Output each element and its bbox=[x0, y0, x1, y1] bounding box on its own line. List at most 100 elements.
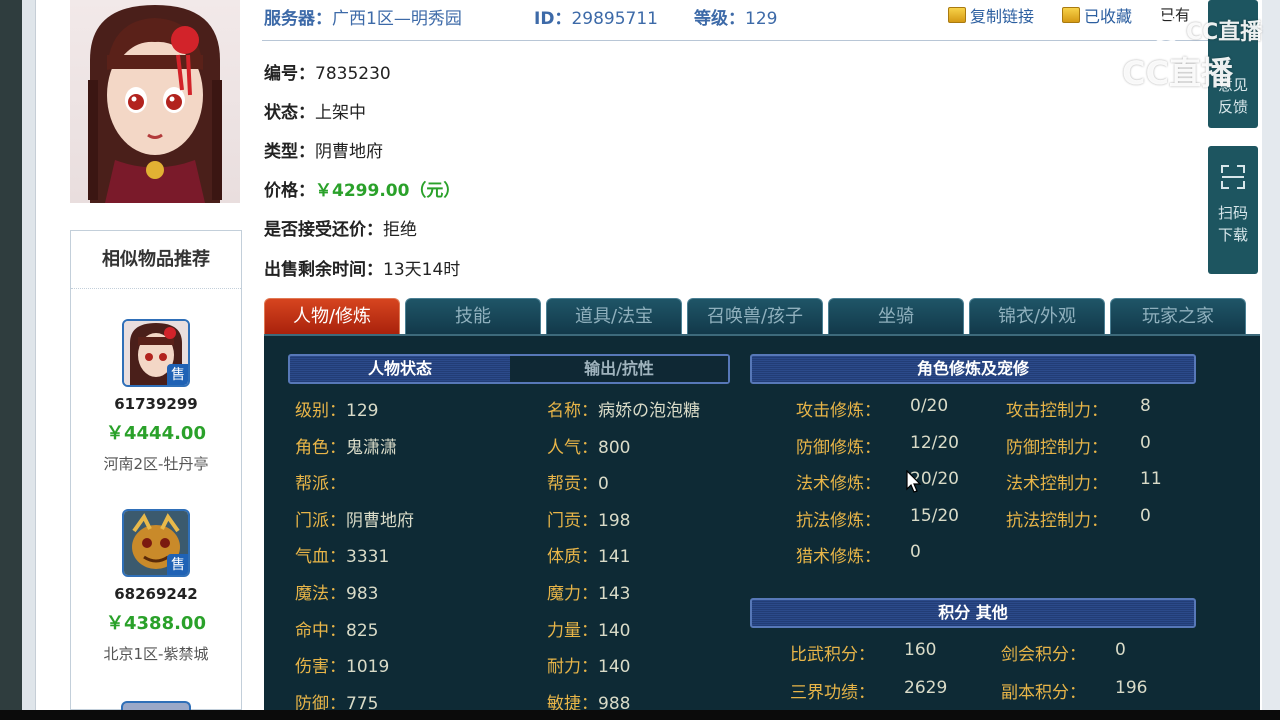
stat-row: 法术控制力： 11 bbox=[1006, 469, 1162, 494]
stat-row: 抗法修炼： 15/20 bbox=[796, 506, 959, 531]
id-info: ID：29895711 bbox=[534, 4, 658, 29]
stat-row: 攻击控制力： 8 bbox=[1006, 396, 1151, 421]
mouse-cursor-icon bbox=[906, 470, 922, 493]
scan-download-widget[interactable]: 扫码 下载 bbox=[1208, 146, 1258, 274]
left-page-margin bbox=[22, 0, 36, 710]
similar-item-id: 61739299 bbox=[114, 395, 198, 413]
stat-row: 魔力：143 bbox=[547, 579, 630, 604]
serial-label: 编号： bbox=[264, 64, 315, 84]
stat-label: 防御控制力： bbox=[1006, 438, 1108, 458]
stat-value: 0 bbox=[1140, 506, 1151, 526]
stat-row: 帮贡：0 bbox=[547, 469, 609, 494]
stat-label: 耐力： bbox=[547, 657, 598, 677]
points-section-header: 积分 其他 bbox=[750, 598, 1196, 628]
cc-watermark-small: CC直播 bbox=[1152, 14, 1262, 46]
similar-item[interactable]: 售 68269242 ￥4388.00 北京1区-紫禁城 bbox=[71, 509, 241, 664]
stat-value: 775 bbox=[346, 694, 379, 710]
cc-logo-icon bbox=[1072, 49, 1116, 93]
stat-row: 角色：鬼潇潇 bbox=[295, 433, 397, 458]
stat-row: 耐力：140 bbox=[547, 652, 630, 677]
status-value: 上架中 bbox=[315, 103, 366, 123]
copy-link-label: 复制链接 bbox=[970, 7, 1035, 26]
stat-label: 角色： bbox=[295, 438, 346, 458]
stat-value: 988 bbox=[598, 694, 631, 710]
stat-label: 防御修炼： bbox=[796, 438, 881, 458]
stat-value: 0 bbox=[1140, 433, 1151, 453]
tab-pets[interactable]: 召唤兽/孩子 bbox=[687, 298, 823, 334]
counter-offer-row: 是否接受还价：拒绝 bbox=[264, 215, 417, 240]
stat-label: 攻击控制力： bbox=[1006, 401, 1108, 421]
similar-item-thumbnail-partial[interactable] bbox=[121, 701, 191, 710]
price-value: ￥4299.00（元） bbox=[315, 181, 461, 201]
favorited-label: 已收藏 bbox=[1084, 7, 1133, 26]
stat-label: 副本积分： bbox=[1001, 683, 1086, 703]
cultivation-section-header: 角色修炼及宠修 bbox=[750, 354, 1196, 384]
similar-item[interactable]: 售 61739299 ￥4444.00 河南2区-牡丹亭 bbox=[71, 319, 241, 474]
stat-value: 阴曹地府 bbox=[346, 511, 414, 531]
stat-row: 抗法控制力： 0 bbox=[1006, 506, 1151, 531]
stat-value: 15/20 bbox=[910, 506, 959, 526]
stat-value: 800 bbox=[598, 438, 631, 458]
stat-row: 门派：阴曹地府 bbox=[295, 506, 414, 531]
stat-value: 0 bbox=[1115, 640, 1126, 660]
copy-link-button[interactable]: 复制链接 bbox=[948, 3, 1034, 27]
time-left-label: 出售剩余时间： bbox=[264, 260, 383, 280]
stat-value: 病娇の泡泡糖 bbox=[598, 401, 700, 421]
similar-item-price: ￥4444.00 bbox=[106, 423, 206, 444]
stat-label: 魔法： bbox=[295, 584, 346, 604]
level-info: 等级：129 bbox=[694, 4, 777, 29]
counter-offer-value: 拒绝 bbox=[383, 220, 417, 240]
stat-label: 剑会积分： bbox=[1001, 645, 1086, 665]
character-avatar bbox=[70, 0, 240, 203]
tab-output-resist[interactable]: 输出/抗性 bbox=[510, 356, 728, 382]
stat-row: 命中：825 bbox=[295, 616, 378, 641]
time-left-row: 出售剩余时间：13天14时 bbox=[264, 255, 460, 280]
similar-item-price: ￥4388.00 bbox=[106, 613, 206, 634]
stat-value: 8 bbox=[1140, 396, 1151, 416]
server-label: 服务器： bbox=[264, 9, 332, 29]
price-label: 价格： bbox=[264, 181, 315, 201]
level-value: 129 bbox=[745, 9, 778, 29]
stat-row: 比武积分： 160 bbox=[790, 640, 936, 665]
tab-outfits[interactable]: 锦衣/外观 bbox=[969, 298, 1105, 334]
stat-row: 防御：775 bbox=[295, 689, 378, 710]
bottom-bar bbox=[0, 710, 1280, 720]
stat-label: 门贡： bbox=[547, 511, 598, 531]
stat-value: 983 bbox=[346, 584, 379, 604]
similar-item-thumbnail[interactable]: 售 bbox=[122, 509, 190, 577]
tab-skills[interactable]: 技能 bbox=[405, 298, 541, 334]
stat-label: 抗法修炼： bbox=[796, 511, 881, 531]
favorited-button[interactable]: 已收藏 bbox=[1062, 3, 1132, 27]
status-label: 状态： bbox=[264, 103, 315, 123]
similar-item-id: 68269242 bbox=[114, 585, 198, 603]
header-divider bbox=[262, 40, 1258, 41]
for-sale-badge: 售 bbox=[167, 364, 188, 385]
stat-row: 气血：3331 bbox=[295, 542, 389, 567]
server-value: 广西1区—明秀园 bbox=[332, 9, 462, 29]
stat-row: 魔法：983 bbox=[295, 579, 378, 604]
stat-value: 825 bbox=[346, 621, 379, 641]
stat-value: 196 bbox=[1115, 678, 1148, 698]
counter-offer-label: 是否接受还价： bbox=[264, 220, 383, 240]
serial-row: 编号：7835230 bbox=[264, 59, 391, 84]
stat-row: 力量：140 bbox=[547, 616, 630, 641]
right-gutter bbox=[1262, 0, 1280, 710]
browser-viewport: 服务器：广西1区—明秀园 ID：29895711 等级：129 复制链接 已收藏… bbox=[0, 0, 1280, 710]
stat-row: 防御修炼： 12/20 bbox=[796, 433, 959, 458]
stat-value: 鬼潇潇 bbox=[346, 438, 397, 458]
left-frame bbox=[0, 0, 22, 710]
tab-player-home[interactable]: 玩家之家 bbox=[1110, 298, 1246, 334]
stat-label: 门派： bbox=[295, 511, 346, 531]
tab-mounts[interactable]: 坐骑 bbox=[828, 298, 964, 334]
tab-items[interactable]: 道具/法宝 bbox=[546, 298, 682, 334]
similar-item-server[interactable]: 河南2区-牡丹亭 bbox=[71, 453, 241, 474]
similar-item-server[interactable]: 北京1区-紫禁城 bbox=[71, 643, 241, 664]
stat-value: 0 bbox=[598, 474, 609, 494]
stat-value: 140 bbox=[598, 621, 631, 641]
stat-value: 12/20 bbox=[910, 433, 959, 453]
tab-character[interactable]: 人物/修炼 bbox=[264, 298, 400, 334]
feedback-line-2: 反馈 bbox=[1217, 98, 1248, 116]
tab-character-status[interactable]: 人物状态 bbox=[290, 356, 510, 382]
similar-item-thumbnail[interactable]: 售 bbox=[122, 319, 190, 387]
stat-value: 160 bbox=[904, 640, 937, 660]
